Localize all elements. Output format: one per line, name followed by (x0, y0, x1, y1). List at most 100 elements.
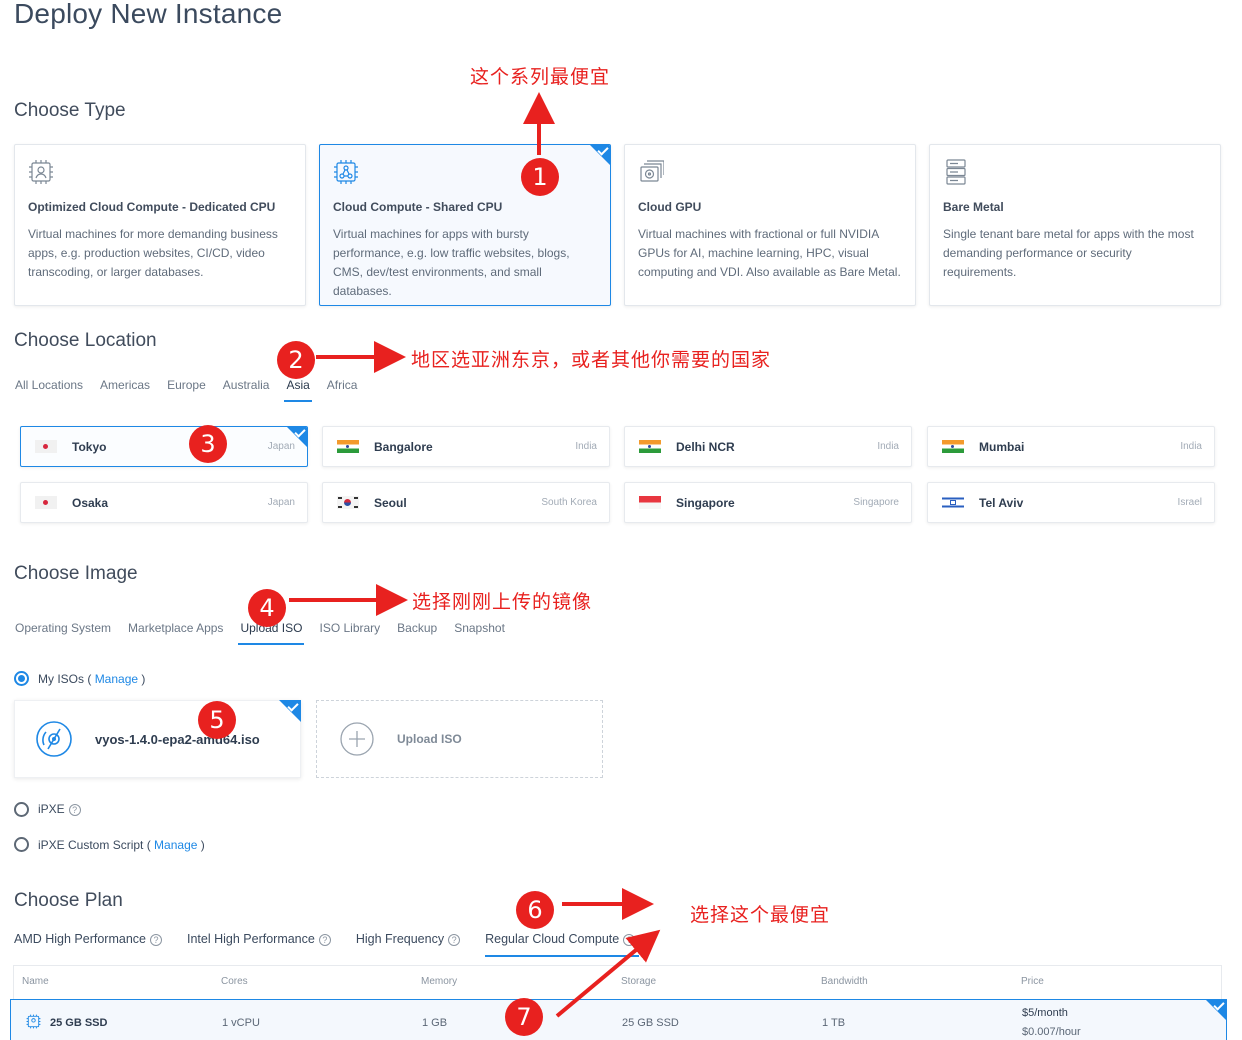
location-card-tokyo[interactable]: Tokyo Japan (20, 426, 308, 467)
help-icon[interactable]: ? (68, 804, 81, 816)
plan-memory: 1 GB (422, 1017, 448, 1029)
annotation-marker-3: 3 (189, 425, 227, 463)
choose-image-heading: Choose Image (14, 563, 138, 584)
my-isos-text: My ISOs ( (38, 672, 92, 686)
annotation-marker-4: 4 (248, 589, 286, 627)
location-card-seoul[interactable]: Seoul South Korea (322, 482, 610, 523)
tab-high-frequency[interactable]: High Frequency? (355, 932, 461, 955)
paren-text: ) (141, 672, 146, 686)
cpu-network-icon (334, 160, 358, 184)
location-city: Tokyo (72, 439, 107, 454)
my-isos-label: My ISOs ( Manage ) (38, 672, 145, 686)
tab-snapshot[interactable]: Snapshot (454, 621, 505, 643)
japan-flag-icon (35, 440, 57, 453)
location-country: India (575, 441, 597, 452)
annotation-note-plan: 选择这个最便宜 (690, 904, 831, 926)
selected-check-icon (1205, 999, 1227, 1021)
israel-flag-icon (942, 496, 964, 509)
japan-flag-icon (35, 496, 57, 509)
annotation-note-type: 这个系列最便宜 (470, 66, 611, 88)
selected-check-icon (279, 700, 301, 722)
location-country: South Korea (541, 497, 597, 508)
tab-iso-library[interactable]: ISO Library (319, 621, 380, 643)
tab-label: High Frequency (355, 932, 445, 946)
plan-tabs: AMD High Performance? Intel High Perform… (14, 932, 660, 957)
location-country: Singapore (853, 497, 899, 508)
help-icon[interactable]: ? (623, 934, 636, 946)
page-title: Deploy New Instance (14, 0, 283, 29)
upload-iso-label: Upload ISO (397, 732, 462, 746)
type-card-bare-metal[interactable]: Bare Metal Single tenant bare metal for … (929, 144, 1221, 306)
plan-table: Name Cores Memory Storage Bandwidth Pric… (10, 965, 1227, 1040)
tab-australia[interactable]: Australia (223, 378, 270, 400)
upload-iso-card[interactable]: Upload ISO (316, 700, 603, 778)
column-header-price: Price (1021, 976, 1044, 987)
tab-regular-cloud-compute[interactable]: Regular Cloud Compute? (485, 932, 640, 957)
type-card-optimized[interactable]: Optimized Cloud Compute - Dedicated CPU … (14, 144, 306, 306)
paren-text: ) (200, 838, 205, 852)
location-city: Tel Aviv (979, 495, 1024, 510)
tab-africa[interactable]: Africa (327, 378, 358, 400)
selected-check-icon (589, 145, 610, 166)
tab-asia[interactable]: Asia (284, 378, 313, 402)
tab-backup[interactable]: Backup (397, 621, 437, 643)
type-card-desc: Virtual machines with fractional or full… (638, 227, 901, 279)
iso-card-vyos[interactable]: vyos-1.4.0-epa2-amd64.iso (14, 700, 301, 778)
location-city: Seoul (374, 495, 407, 510)
ipxe-custom-radio[interactable] (14, 837, 29, 852)
help-icon[interactable]: ? (448, 934, 461, 946)
tab-americas[interactable]: Americas (100, 378, 150, 400)
tab-label: Intel High Performance (187, 932, 315, 946)
column-header-name: Name (22, 976, 49, 987)
location-city: Osaka (72, 495, 109, 510)
india-flag-icon (337, 440, 359, 453)
table-row[interactable]: 25 GB SSD 1 vCPU 1 GB 25 GB SSD 1 TB $5/… (10, 999, 1227, 1040)
manage-scripts-link[interactable]: Manage (154, 838, 197, 852)
ipxe-label: iPXE? (38, 802, 81, 816)
choose-type-heading: Choose Type (14, 100, 126, 121)
column-header-memory: Memory (421, 976, 458, 987)
location-city: Singapore (676, 495, 735, 510)
type-card-shared-cpu[interactable]: Cloud Compute - Shared CPU Virtual machi… (319, 144, 611, 306)
tab-marketplace-apps[interactable]: Marketplace Apps (128, 621, 223, 643)
plus-circle-icon (340, 722, 374, 756)
plan-price-hour: $0.007/hour (1022, 1026, 1081, 1038)
help-icon[interactable]: ? (318, 934, 331, 946)
type-card-title: Optimized Cloud Compute - Dedicated CPU (28, 200, 276, 214)
cpu-user-icon (26, 1014, 41, 1029)
location-card-mumbai[interactable]: Mumbai India (927, 426, 1215, 467)
manage-isos-link[interactable]: Manage (95, 672, 138, 686)
plan-storage: 25 GB SSD (622, 1017, 679, 1029)
location-city: Mumbai (979, 439, 1025, 454)
location-tabs: All Locations Americas Europe Australia … (15, 378, 358, 402)
location-card-bangalore[interactable]: Bangalore India (322, 426, 610, 467)
location-country: India (1180, 441, 1202, 452)
india-flag-icon (942, 440, 964, 453)
location-card-osaka[interactable]: Osaka Japan (20, 482, 308, 523)
location-country: Japan (267, 497, 295, 508)
my-isos-radio[interactable] (14, 671, 29, 686)
help-icon[interactable]: ? (150, 934, 162, 946)
gpu-icon (640, 160, 665, 182)
location-card-tel-aviv[interactable]: Tel Aviv Israel (927, 482, 1215, 523)
ipxe-radio[interactable] (14, 802, 29, 817)
tab-amd-high-performance[interactable]: AMD High Performance? (14, 932, 162, 955)
location-card-delhi-ncr[interactable]: Delhi NCR India (624, 426, 912, 467)
iso-name: vyos-1.4.0-epa2-amd64.iso (95, 731, 260, 747)
location-country: India (877, 441, 899, 452)
tab-intel-high-performance[interactable]: Intel High Performance? (187, 932, 331, 955)
disc-icon (36, 721, 72, 757)
type-card-desc: Virtual machines for more demanding busi… (28, 227, 278, 279)
annotation-marker-1: 1 (521, 158, 559, 196)
tab-europe[interactable]: Europe (167, 378, 206, 400)
plan-price-month: $5/month (1022, 1007, 1068, 1019)
tab-all-locations[interactable]: All Locations (15, 378, 83, 400)
type-card-title: Cloud Compute - Shared CPU (333, 200, 503, 214)
tab-operating-system[interactable]: Operating System (15, 621, 111, 643)
selected-check-icon (286, 427, 307, 448)
type-card-cloud-gpu[interactable]: Cloud GPU Virtual machines with fraction… (624, 144, 916, 306)
server-icon (946, 159, 966, 185)
location-card-singapore[interactable]: Singapore Singapore (624, 482, 912, 523)
singapore-flag-icon (639, 496, 661, 509)
annotation-marker-5: 5 (198, 701, 236, 739)
